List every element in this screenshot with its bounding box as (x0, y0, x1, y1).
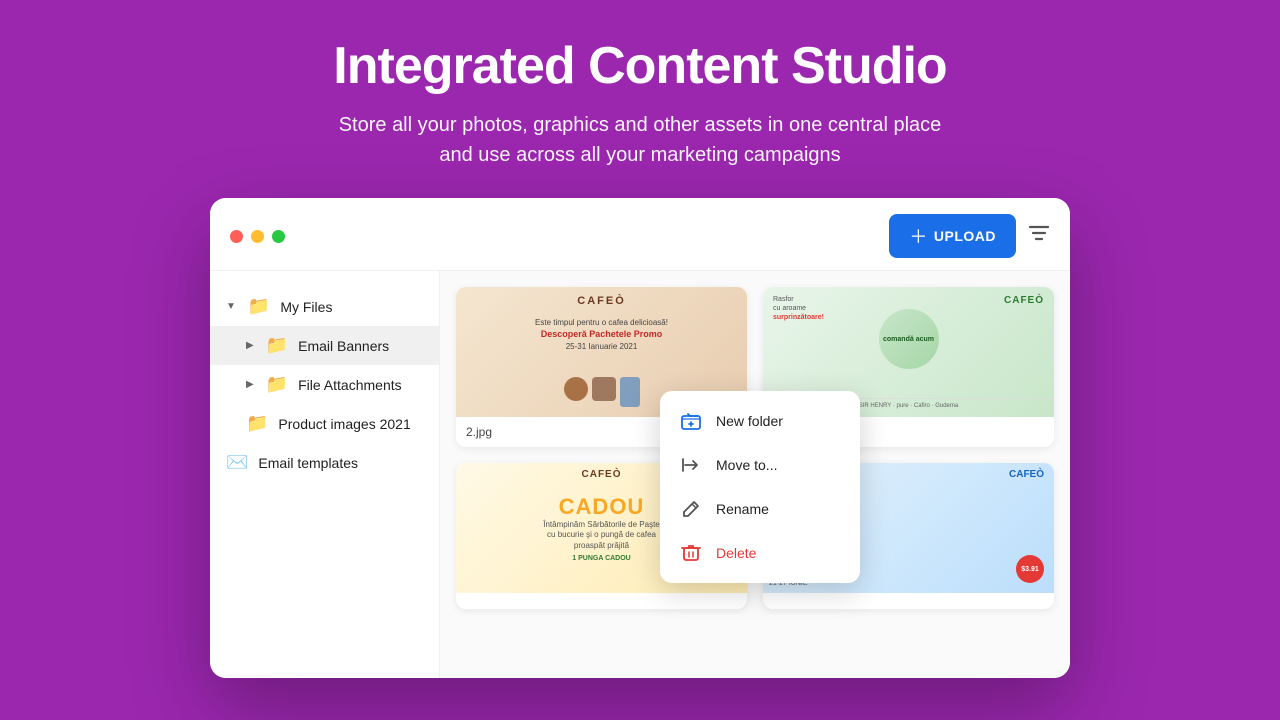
folder-icon: 📁 (246, 413, 268, 434)
app-window: ＋ UPLOAD ▼ 📁 My Files ▶ 📁 (210, 198, 1070, 678)
sidebar-label-email-banners: Email Banners (298, 338, 389, 354)
folder-icon: 📁 (266, 374, 288, 395)
menu-label-delete: Delete (716, 545, 756, 561)
menu-item-rename[interactable]: Rename (660, 487, 860, 531)
folder-icon: 📁 (266, 335, 288, 356)
sidebar: ▼ 📁 My Files ▶ 📁 Email Banners ▶ 📁 File … (210, 271, 440, 678)
sidebar-item-my-files[interactable]: ▼ 📁 My Files (210, 287, 439, 326)
menu-item-move-to[interactable]: Move to... (660, 443, 860, 487)
folder-icon: 📁 (248, 296, 270, 317)
close-button[interactable] (230, 230, 243, 243)
sidebar-label-email-templates: Email templates (258, 455, 358, 471)
menu-item-new-folder[interactable]: New folder (660, 399, 860, 443)
sidebar-item-product-images[interactable]: 📁 Product images 2021 (210, 404, 439, 443)
main-area: ▼ 📁 My Files ▶ 📁 Email Banners ▶ 📁 File … (210, 271, 1070, 678)
chevron-down-icon: ▼ (226, 301, 236, 312)
grid-label-3 (456, 593, 747, 609)
sidebar-item-email-banners[interactable]: ▶ 📁 Email Banners (210, 326, 439, 365)
menu-label-new-folder: New folder (716, 413, 783, 429)
context-menu: New folder Move to... (660, 391, 860, 583)
sidebar-label-file-attachments: File Attachments (298, 377, 402, 393)
folder-plus-icon (680, 410, 702, 432)
minimize-button[interactable] (251, 230, 264, 243)
chevron-right-icon: ▶ (246, 340, 254, 351)
pencil-icon (680, 498, 702, 520)
plus-icon: ＋ (909, 223, 928, 249)
grid-label-4 (763, 593, 1054, 609)
sidebar-label-my-files: My Files (280, 299, 332, 315)
email-icon: ✉️ (226, 452, 248, 473)
hero-title: Integrated Content Studio (333, 36, 946, 96)
sidebar-label-product-images: Product images 2021 (278, 416, 410, 432)
upload-label: UPLOAD (934, 228, 996, 244)
chevron-right-icon: ▶ (246, 379, 254, 390)
maximize-button[interactable] (272, 230, 285, 243)
trash-icon (680, 542, 702, 564)
sidebar-item-email-templates[interactable]: ✉️ Email templates (210, 443, 439, 482)
filename-1: 2.jpg (466, 425, 492, 439)
content-area: CAFEÒ Este timpul pentru o cafea delicio… (440, 271, 1070, 678)
menu-label-move-to: Move to... (716, 457, 777, 473)
upload-button[interactable]: ＋ UPLOAD (889, 214, 1016, 258)
titlebar-actions: ＋ UPLOAD (889, 214, 1050, 258)
filter-icon[interactable] (1028, 224, 1050, 248)
hero-subtitle: Store all your photos, graphics and othe… (333, 110, 946, 170)
move-icon (680, 454, 702, 476)
sidebar-item-file-attachments[interactable]: ▶ 📁 File Attachments (210, 365, 439, 404)
hero-section: Integrated Content Studio Store all your… (313, 0, 966, 198)
titlebar: ＋ UPLOAD (210, 198, 1070, 271)
menu-label-rename: Rename (716, 501, 769, 517)
menu-item-delete[interactable]: Delete (660, 531, 860, 575)
traffic-lights (230, 230, 285, 243)
